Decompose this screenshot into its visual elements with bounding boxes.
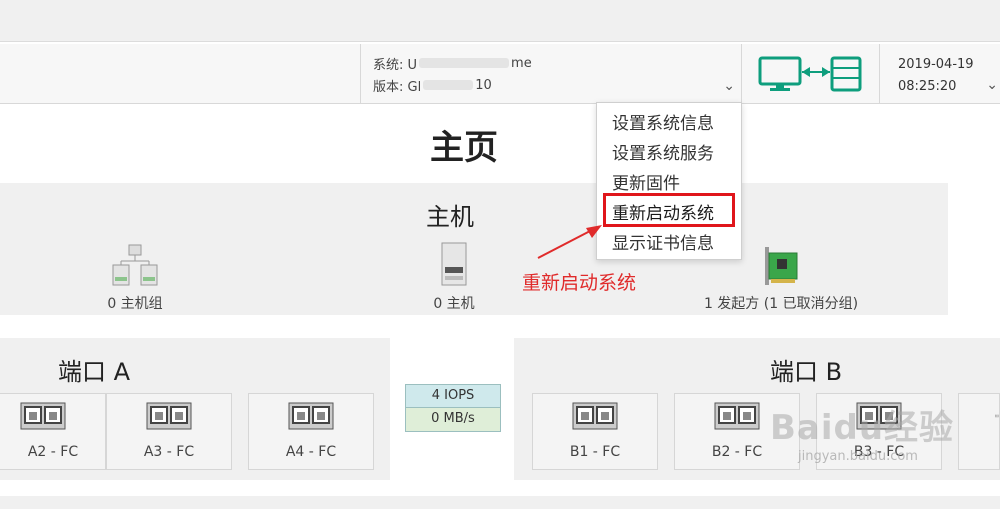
- initiators-count: 1 发起方 (1 已取消分组): [703, 296, 859, 312]
- port-a-panel: 端口 A A2 - FC A3 - FC A4 - FC: [0, 338, 390, 480]
- port-a-title: 端口 A: [58, 358, 131, 386]
- system-info-selector[interactable]: 系统: U me 版本: Gl 10 ⌄: [360, 44, 742, 104]
- fc-port-icon: [995, 414, 999, 418]
- fc-port-icon: [572, 402, 618, 430]
- port-b-title: 端口 B: [770, 358, 843, 386]
- port-card[interactable]: A3 - FC: [106, 393, 232, 470]
- page-title: 主页: [430, 128, 498, 168]
- menu-item-set-system-services[interactable]: 设置系统服务: [597, 139, 741, 169]
- datetime-selector[interactable]: 2019-04-19 08:25:20 ⌄: [880, 44, 1000, 104]
- system-suffix: me: [511, 55, 532, 71]
- redacted-block: [419, 58, 510, 68]
- port-label: A3 - FC: [143, 444, 195, 460]
- chevron-down-icon[interactable]: ⌄: [986, 74, 998, 96]
- port-card[interactable]: A4 - FC: [248, 393, 374, 470]
- throughput-readout: 0 MB/s: [405, 408, 501, 432]
- host-groups-count: 0 主机组: [107, 296, 163, 312]
- hba-card-icon: [765, 247, 798, 285]
- port-label: A2 - FC: [27, 444, 79, 460]
- port-label: A4 - FC: [285, 444, 337, 460]
- bottom-strip: [0, 496, 1000, 509]
- host-panel: 主机 0 主机组 0 主机 1 发起方 (1 已取消分组): [0, 183, 948, 315]
- date-text: 2019-04-19: [898, 57, 974, 72]
- network-connection-icon: [758, 56, 862, 92]
- annotation-label: 重新启动系统: [522, 272, 637, 294]
- port-card[interactable]: B1 - FC: [532, 393, 658, 470]
- menu-item-set-system-info[interactable]: 设置系统信息: [597, 109, 741, 139]
- version-label: 版本: Gl: [373, 79, 422, 95]
- top-strip: [0, 0, 1000, 42]
- redacted-block: [423, 80, 474, 90]
- hosts-count: 0 主机: [433, 296, 475, 312]
- system-action-menu: 设置系统信息 设置系统服务 更新固件 重新启动系统 显示证书信息: [596, 102, 742, 260]
- fc-port-icon: [288, 402, 334, 430]
- host-group-icon: [112, 244, 158, 286]
- time-text: 08:25:20: [898, 79, 957, 94]
- fc-port-icon: [146, 402, 192, 430]
- version-suffix: 10: [475, 77, 492, 93]
- header-bar: 系统: U me 版本: Gl 10 ⌄ 2019-04-19 08:25:20…: [0, 44, 1000, 104]
- annotation-arrow-icon: [537, 225, 602, 259]
- performance-stats: 4 IOPS 0 MB/s: [405, 384, 501, 432]
- iops-readout: 4 IOPS: [405, 384, 501, 408]
- port-label: B1 - FC: [569, 444, 621, 460]
- system-name-line: 系统: U me: [373, 52, 741, 74]
- connection-status-button[interactable]: [742, 44, 880, 104]
- watermark-url: jingyan.baidu.com: [798, 449, 918, 464]
- port-card[interactable]: A2 - FC: [0, 393, 106, 470]
- fc-port-icon: [714, 402, 760, 430]
- version-line: 版本: Gl 10: [373, 74, 741, 96]
- highlight-box: [603, 193, 735, 227]
- system-label: 系统: U: [373, 57, 418, 73]
- app-window: 系统: U me 版本: Gl 10 ⌄ 2019-04-19 08:25:20…: [0, 0, 1000, 509]
- watermark-brand: Baidu经验: [770, 408, 955, 448]
- watermark-logo: Baidu经验 jingyan.baidu.com: [770, 400, 980, 464]
- server-icon: [441, 242, 467, 286]
- chevron-down-icon[interactable]: ⌄: [723, 78, 735, 94]
- host-panel-title: 主机: [426, 203, 474, 231]
- host-groups-item[interactable]: 0 主机组: [80, 235, 190, 313]
- hosts-item[interactable]: 0 主机: [404, 235, 504, 313]
- menu-item-show-certificate[interactable]: 显示证书信息: [597, 229, 741, 259]
- fc-port-icon: [20, 402, 66, 430]
